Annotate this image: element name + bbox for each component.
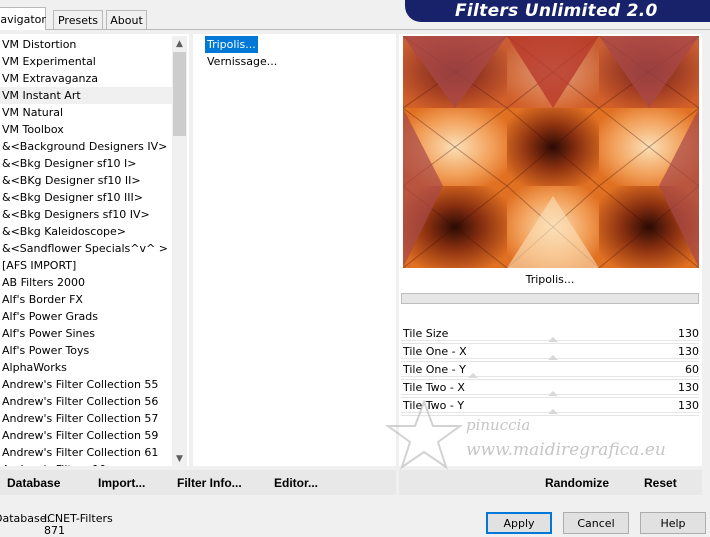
category-item[interactable]: &<Bkg Designer sf10 III> bbox=[0, 189, 172, 206]
param-label: Tile One - Y bbox=[403, 363, 466, 376]
param-label: Tile One - X bbox=[403, 345, 467, 358]
tab-about-label: About bbox=[110, 13, 143, 27]
reset-button[interactable]: Reset bbox=[644, 476, 677, 490]
filter-info-button[interactable]: Filter Info... bbox=[177, 476, 242, 490]
param-slider-thumb[interactable] bbox=[547, 337, 558, 342]
category-item[interactable]: &<Bkg Kaleidoscope> bbox=[0, 223, 172, 240]
category-item[interactable]: Alf's Power Toys bbox=[0, 342, 172, 359]
apply-button[interactable]: Apply bbox=[486, 512, 552, 534]
param-value: 130 bbox=[678, 381, 699, 394]
category-item[interactable]: Andrew's Filter Collection 56 bbox=[0, 393, 172, 410]
category-item[interactable]: Andrew's Filters 10 bbox=[0, 461, 172, 466]
param-row[interactable]: Tile One - Y 60 bbox=[401, 361, 699, 380]
watermark-site: www.maidiregrafica.eu bbox=[466, 440, 666, 460]
tab-about[interactable]: About bbox=[106, 10, 147, 29]
category-item[interactable]: Andrew's Filter Collection 55 bbox=[0, 376, 172, 393]
param-label: Tile Two - X bbox=[403, 381, 465, 394]
category-item[interactable]: VM Natural bbox=[0, 104, 172, 121]
category-item[interactable]: &<Bkg Designer sf10 I> bbox=[0, 155, 172, 172]
tab-presets[interactable]: Presets bbox=[53, 10, 103, 29]
param-value: 130 bbox=[678, 327, 699, 340]
category-item[interactable]: [AFS IMPORT] bbox=[0, 257, 172, 274]
category-item[interactable]: AlphaWorks bbox=[0, 359, 172, 376]
category-item[interactable]: Andrew's Filter Collection 61 bbox=[0, 444, 172, 461]
category-item[interactable]: VM Distortion bbox=[0, 36, 172, 53]
tab-presets-label: Presets bbox=[57, 13, 99, 27]
category-item[interactable]: AB Filters 2000 bbox=[0, 274, 172, 291]
filter-item-tripolis[interactable]: Tripolis... bbox=[205, 36, 258, 53]
param-row[interactable]: Tile Size 130 bbox=[401, 325, 699, 344]
param-label: Tile Size bbox=[403, 327, 449, 340]
param-row[interactable]: Tile Two - X 130 bbox=[401, 379, 699, 398]
param-slider-thumb[interactable] bbox=[547, 409, 558, 414]
preview-image bbox=[403, 36, 699, 268]
scroll-up-icon[interactable]: ▲ bbox=[172, 36, 187, 51]
category-item[interactable]: VM Experimental bbox=[0, 53, 172, 70]
banner-title: Filters Unlimited 2.0 bbox=[455, 1, 658, 21]
progress-bar bbox=[401, 293, 699, 304]
tab-navigator[interactable]: Navigator bbox=[0, 7, 46, 30]
category-item[interactable]: Alf's Power Grads bbox=[0, 308, 172, 325]
param-value: 60 bbox=[685, 363, 699, 376]
watermark-logo bbox=[384, 399, 464, 473]
param-slider-thumb[interactable] bbox=[467, 373, 478, 378]
scroll-down-icon[interactable]: ▼ bbox=[172, 451, 187, 466]
database-button[interactable]: Database bbox=[7, 476, 60, 490]
tab-navigator-label: Navigator bbox=[0, 12, 46, 26]
help-button[interactable]: Help bbox=[640, 512, 706, 534]
category-item[interactable]: VM Toolbox bbox=[0, 121, 172, 138]
cancel-button[interactable]: Cancel bbox=[563, 512, 629, 534]
category-item[interactable]: Andrew's Filter Collection 59 bbox=[0, 427, 172, 444]
param-slider-thumb[interactable] bbox=[547, 391, 558, 396]
import-button[interactable]: Import... bbox=[98, 476, 145, 490]
category-item[interactable]: Andrew's Filter Collection 57 bbox=[0, 410, 172, 427]
category-list: VM Distortion VM Experimental VM Extravaga… bbox=[0, 36, 172, 466]
category-item[interactable]: &<Background Designers IV> bbox=[0, 138, 172, 155]
tabs-baseline bbox=[0, 29, 710, 30]
category-item[interactable]: Alf's Power Sines bbox=[0, 325, 172, 342]
category-scrollbar[interactable]: ▲ ▼ bbox=[172, 36, 187, 466]
category-item[interactable]: &<Sandflower Specials^v^ > bbox=[0, 240, 172, 257]
filter-item-vernissage[interactable]: Vernissage... bbox=[205, 53, 279, 70]
randomize-button[interactable]: Randomize bbox=[545, 476, 609, 490]
category-item[interactable]: VM Extravaganza bbox=[0, 70, 172, 87]
param-row[interactable]: Tile One - X 130 bbox=[401, 343, 699, 362]
param-slider-track[interactable] bbox=[401, 376, 699, 377]
status-filter-count: 871 bbox=[44, 524, 65, 537]
status-database-label: Database: bbox=[0, 512, 51, 525]
preview-filter-name: Tripolis... bbox=[525, 273, 575, 286]
category-item[interactable]: VM Instant Art bbox=[0, 87, 172, 104]
scroll-thumb[interactable] bbox=[173, 52, 186, 136]
watermark-name: pinuccia bbox=[466, 416, 531, 434]
editor-button[interactable]: Editor... bbox=[274, 476, 318, 490]
filter-panel: Tripolis... Vernissage... bbox=[193, 34, 396, 466]
category-item[interactable]: &<BKg Designer sf10 II> bbox=[0, 172, 172, 189]
category-item[interactable]: &<Bkg Designers sf10 IV> bbox=[0, 206, 172, 223]
param-slider-thumb[interactable] bbox=[547, 355, 558, 360]
category-item[interactable]: Alf's Border FX bbox=[0, 291, 172, 308]
param-value: 130 bbox=[678, 345, 699, 358]
param-value: 130 bbox=[678, 399, 699, 412]
